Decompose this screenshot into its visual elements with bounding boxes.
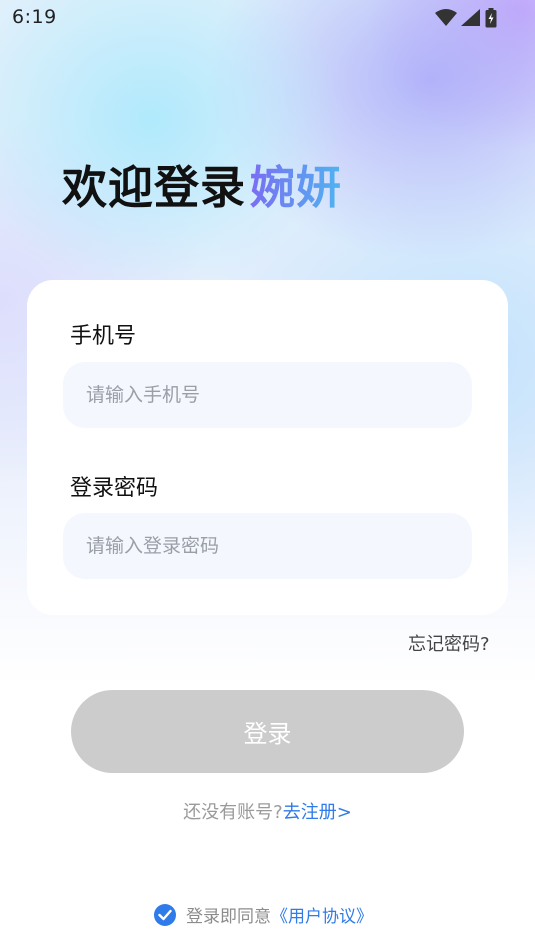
- wifi-icon: [435, 9, 457, 31]
- phone-input[interactable]: [63, 362, 472, 428]
- battery-icon: [485, 8, 497, 32]
- status-bar: 6:19: [0, 0, 535, 36]
- status-time: 6:19: [12, 6, 57, 28]
- agreement-text: 登录即同意: [186, 907, 271, 927]
- headline-welcome-text: 欢迎登录: [62, 161, 247, 214]
- register-link[interactable]: 去注册>: [283, 802, 352, 823]
- login-button[interactable]: 登录: [71, 690, 464, 773]
- user-agreement-link[interactable]: 《用户协议》: [271, 907, 373, 927]
- password-input[interactable]: [63, 513, 472, 579]
- agreement-row: 登录即同意《用户协议》: [154, 902, 373, 927]
- password-label: 登录密码: [70, 476, 159, 501]
- register-prompt: 还没有账号?去注册>: [0, 798, 535, 824]
- agreement-checkbox[interactable]: [154, 903, 176, 926]
- headline-brand-text: 婉妍: [250, 161, 343, 214]
- checkmark-icon: [158, 909, 172, 920]
- signal-icon: [461, 9, 481, 31]
- welcome-headline: 欢迎登录婉妍: [62, 158, 342, 218]
- phone-label: 手机号: [70, 324, 137, 349]
- forgot-password-link[interactable]: 忘记密码?: [408, 630, 490, 656]
- status-icons: [435, 8, 497, 32]
- register-question: 还没有账号?: [183, 802, 283, 823]
